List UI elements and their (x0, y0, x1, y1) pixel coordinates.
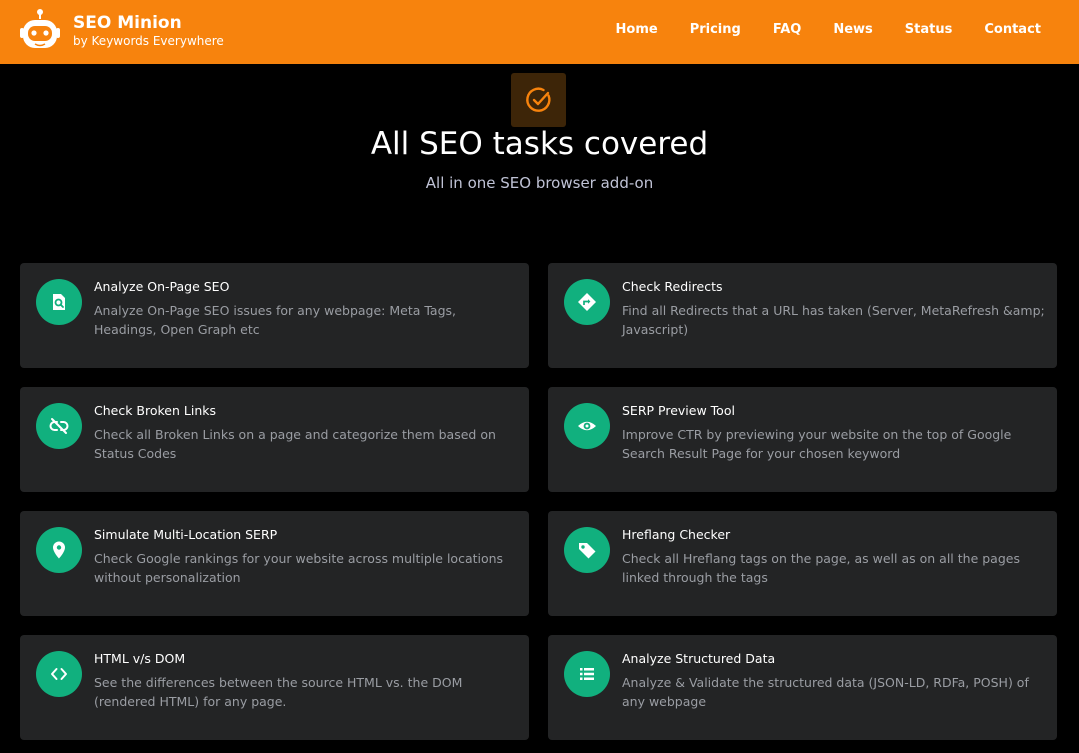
list-icon (580, 668, 594, 680)
card-description: Check all Broken Links on a page and cat… (94, 427, 496, 461)
main-nav: Home Pricing FAQ News Status Contact (616, 0, 1041, 58)
location-pin-icon (53, 541, 65, 559)
card-icon-badge (36, 403, 82, 449)
feature-card-redirects[interactable]: Check Redirects Find all Redirects that … (548, 263, 1057, 368)
site-header: SEO Minion by Keywords Everywhere Home P… (0, 0, 1079, 64)
check-circle-icon (525, 87, 550, 112)
tag-icon (579, 543, 596, 559)
nav-contact[interactable]: Contact (984, 22, 1041, 37)
card-title: Analyze Structured Data (622, 651, 776, 666)
card-description: See the differences between the source H… (94, 675, 463, 709)
card-icon-badge (36, 279, 82, 325)
eye-icon (578, 421, 596, 431)
card-title: HTML v/s DOM (94, 651, 186, 666)
card-title: SERP Preview Tool (622, 403, 735, 418)
card-description: Find all Redirects that a URL has taken … (622, 303, 1045, 337)
nav-status[interactable]: Status (905, 22, 953, 37)
nav-pricing[interactable]: Pricing (690, 22, 741, 37)
hero-badge (511, 73, 566, 127)
feature-card-html-vs-dom[interactable]: HTML v/s DOM See the differences between… (20, 635, 529, 740)
card-icon-badge (564, 403, 610, 449)
card-icon-badge (564, 527, 610, 573)
card-description: Analyze & Validate the structured data (… (622, 675, 1029, 709)
card-icon-badge (564, 279, 610, 325)
card-description: Check all Hreflang tags on the page, as … (622, 551, 1020, 585)
card-icon-badge (564, 651, 610, 697)
feature-card-serp-preview[interactable]: SERP Preview Tool Improve CTR by preview… (548, 387, 1057, 492)
brand-text: SEO Minion by Keywords Everywhere (73, 13, 224, 48)
hero-subtitle: All in one SEO browser add-on (425, 174, 654, 192)
feature-card-structured-data[interactable]: Analyze Structured Data Analyze & Valida… (548, 635, 1057, 740)
nav-faq[interactable]: FAQ (773, 22, 802, 37)
card-description: Improve CTR by previewing your website o… (622, 427, 1012, 461)
search-document-icon (53, 294, 65, 310)
card-description: Check Google rankings for your website a… (94, 551, 504, 585)
feature-card-hreflang[interactable]: Hreflang Checker Check all Hreflang tags… (548, 511, 1057, 616)
card-title: Analyze On-Page SEO (94, 279, 230, 294)
feature-card-multi-location-serp[interactable]: Simulate Multi-Location SERP Check Googl… (20, 511, 529, 616)
brand-title: SEO Minion (73, 13, 182, 33)
code-brackets-icon (51, 668, 67, 680)
card-icon-badge (36, 651, 82, 697)
card-title: Check Redirects (622, 279, 723, 294)
card-description: Analyze On-Page SEO issues for any webpa… (94, 303, 456, 337)
card-title: Simulate Multi-Location SERP (94, 527, 278, 542)
feature-card-broken-links[interactable]: Check Broken Links Check all Broken Link… (20, 387, 529, 492)
hero-title: All SEO tasks covered (370, 126, 709, 162)
redirect-sign-icon (578, 293, 596, 311)
broken-link-icon (49, 418, 69, 434)
nav-news[interactable]: News (833, 22, 872, 37)
brand-logo-link[interactable]: SEO Minion by Keywords Everywhere (20, 8, 224, 54)
feature-card-on-page-seo[interactable]: Analyze On-Page SEO Analyze On-Page SEO … (20, 263, 529, 368)
card-icon-badge (36, 527, 82, 573)
card-title: Hreflang Checker (622, 527, 731, 542)
robot-logo-icon (20, 9, 60, 48)
nav-home[interactable]: Home (616, 22, 658, 37)
card-title: Check Broken Links (94, 403, 217, 418)
brand-subtitle: by Keywords Everywhere (73, 34, 224, 48)
